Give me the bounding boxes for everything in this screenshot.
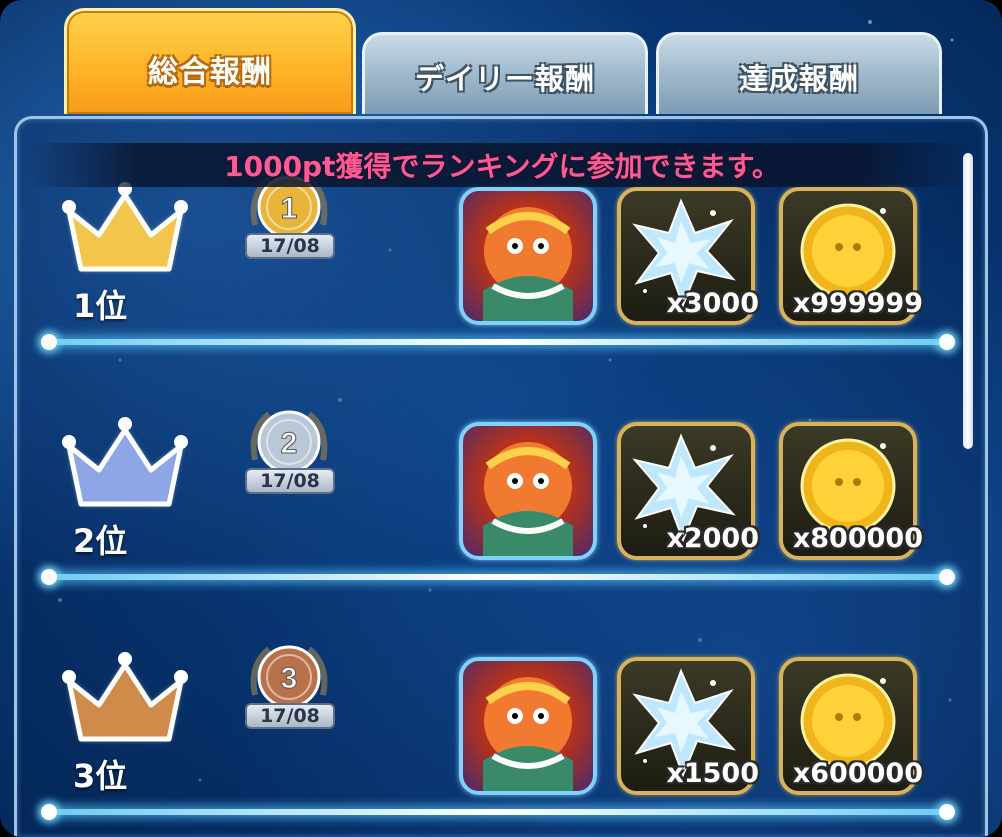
reward-quantity: x3000	[666, 288, 759, 319]
row-divider	[41, 569, 955, 585]
tab-total-reward-label: 総合報酬	[148, 54, 272, 90]
reward-quantity: x1500	[666, 758, 759, 789]
row-divider	[41, 334, 955, 350]
rank-row: 1位 1 17/08 x3000 x999999	[17, 157, 985, 393]
reward-item-gem[interactable]: x1500	[617, 657, 759, 795]
crown-icon	[55, 177, 195, 277]
ranking-notice: 1000pt獲得でランキングに参加できます。	[27, 143, 977, 187]
rank-row: 2位 2 17/08 x2000 x800000	[17, 392, 985, 628]
monster-icon	[483, 207, 573, 321]
medal-date-badge: 17/08	[245, 233, 335, 259]
reward-quantity: x999999	[792, 288, 923, 319]
reward-item-coin[interactable]: x999999	[779, 187, 923, 325]
tab-achievement-reward[interactable]: 達成報酬	[656, 32, 942, 114]
ranking-reward-screen: 総合報酬 デイリー報酬 達成報酬 1000pt獲得でランキングに参加できます。 …	[0, 0, 1002, 837]
medal-number: 3	[281, 662, 298, 695]
medal-date-badge: 17/08	[245, 468, 335, 494]
reward-item-coin[interactable]: x800000	[779, 422, 923, 560]
reward-item-monster[interactable]	[459, 657, 597, 795]
rank-row: 3位 3 17/08 x1500 x600000	[17, 627, 985, 837]
monster-icon	[483, 677, 573, 791]
medal-number: 1	[281, 192, 298, 225]
reward-item-gem[interactable]: x2000	[617, 422, 759, 560]
tab-daily-reward[interactable]: デイリー報酬	[362, 32, 648, 114]
medal-number: 2	[281, 427, 298, 460]
tab-total-reward[interactable]: 総合報酬	[64, 8, 356, 114]
reward-item-gem[interactable]: x3000	[617, 187, 759, 325]
monster-icon	[483, 442, 573, 556]
reward-quantity: x2000	[666, 523, 759, 554]
tab-achievement-reward-label: 達成報酬	[738, 61, 859, 96]
crown-icon	[55, 412, 195, 512]
row-divider	[41, 804, 955, 820]
reward-item-monster[interactable]	[459, 187, 597, 325]
rank-label: 2位	[73, 522, 128, 560]
reward-item-monster[interactable]	[459, 422, 597, 560]
reward-quantity: x600000	[792, 758, 923, 789]
rank-label: 3位	[73, 757, 128, 795]
medal-date-badge: 17/08	[245, 703, 335, 729]
reward-list-panel[interactable]: 1000pt獲得でランキングに参加できます。 1位 1 17/08 x3000 x999…	[14, 116, 988, 837]
crown-icon	[55, 647, 195, 747]
reward-quantity: x800000	[792, 523, 923, 554]
reward-item-coin[interactable]: x600000	[779, 657, 923, 795]
rank-label: 1位	[73, 287, 128, 325]
tab-daily-reward-label: デイリー報酬	[414, 61, 595, 96]
scrollbar[interactable]	[963, 153, 973, 449]
